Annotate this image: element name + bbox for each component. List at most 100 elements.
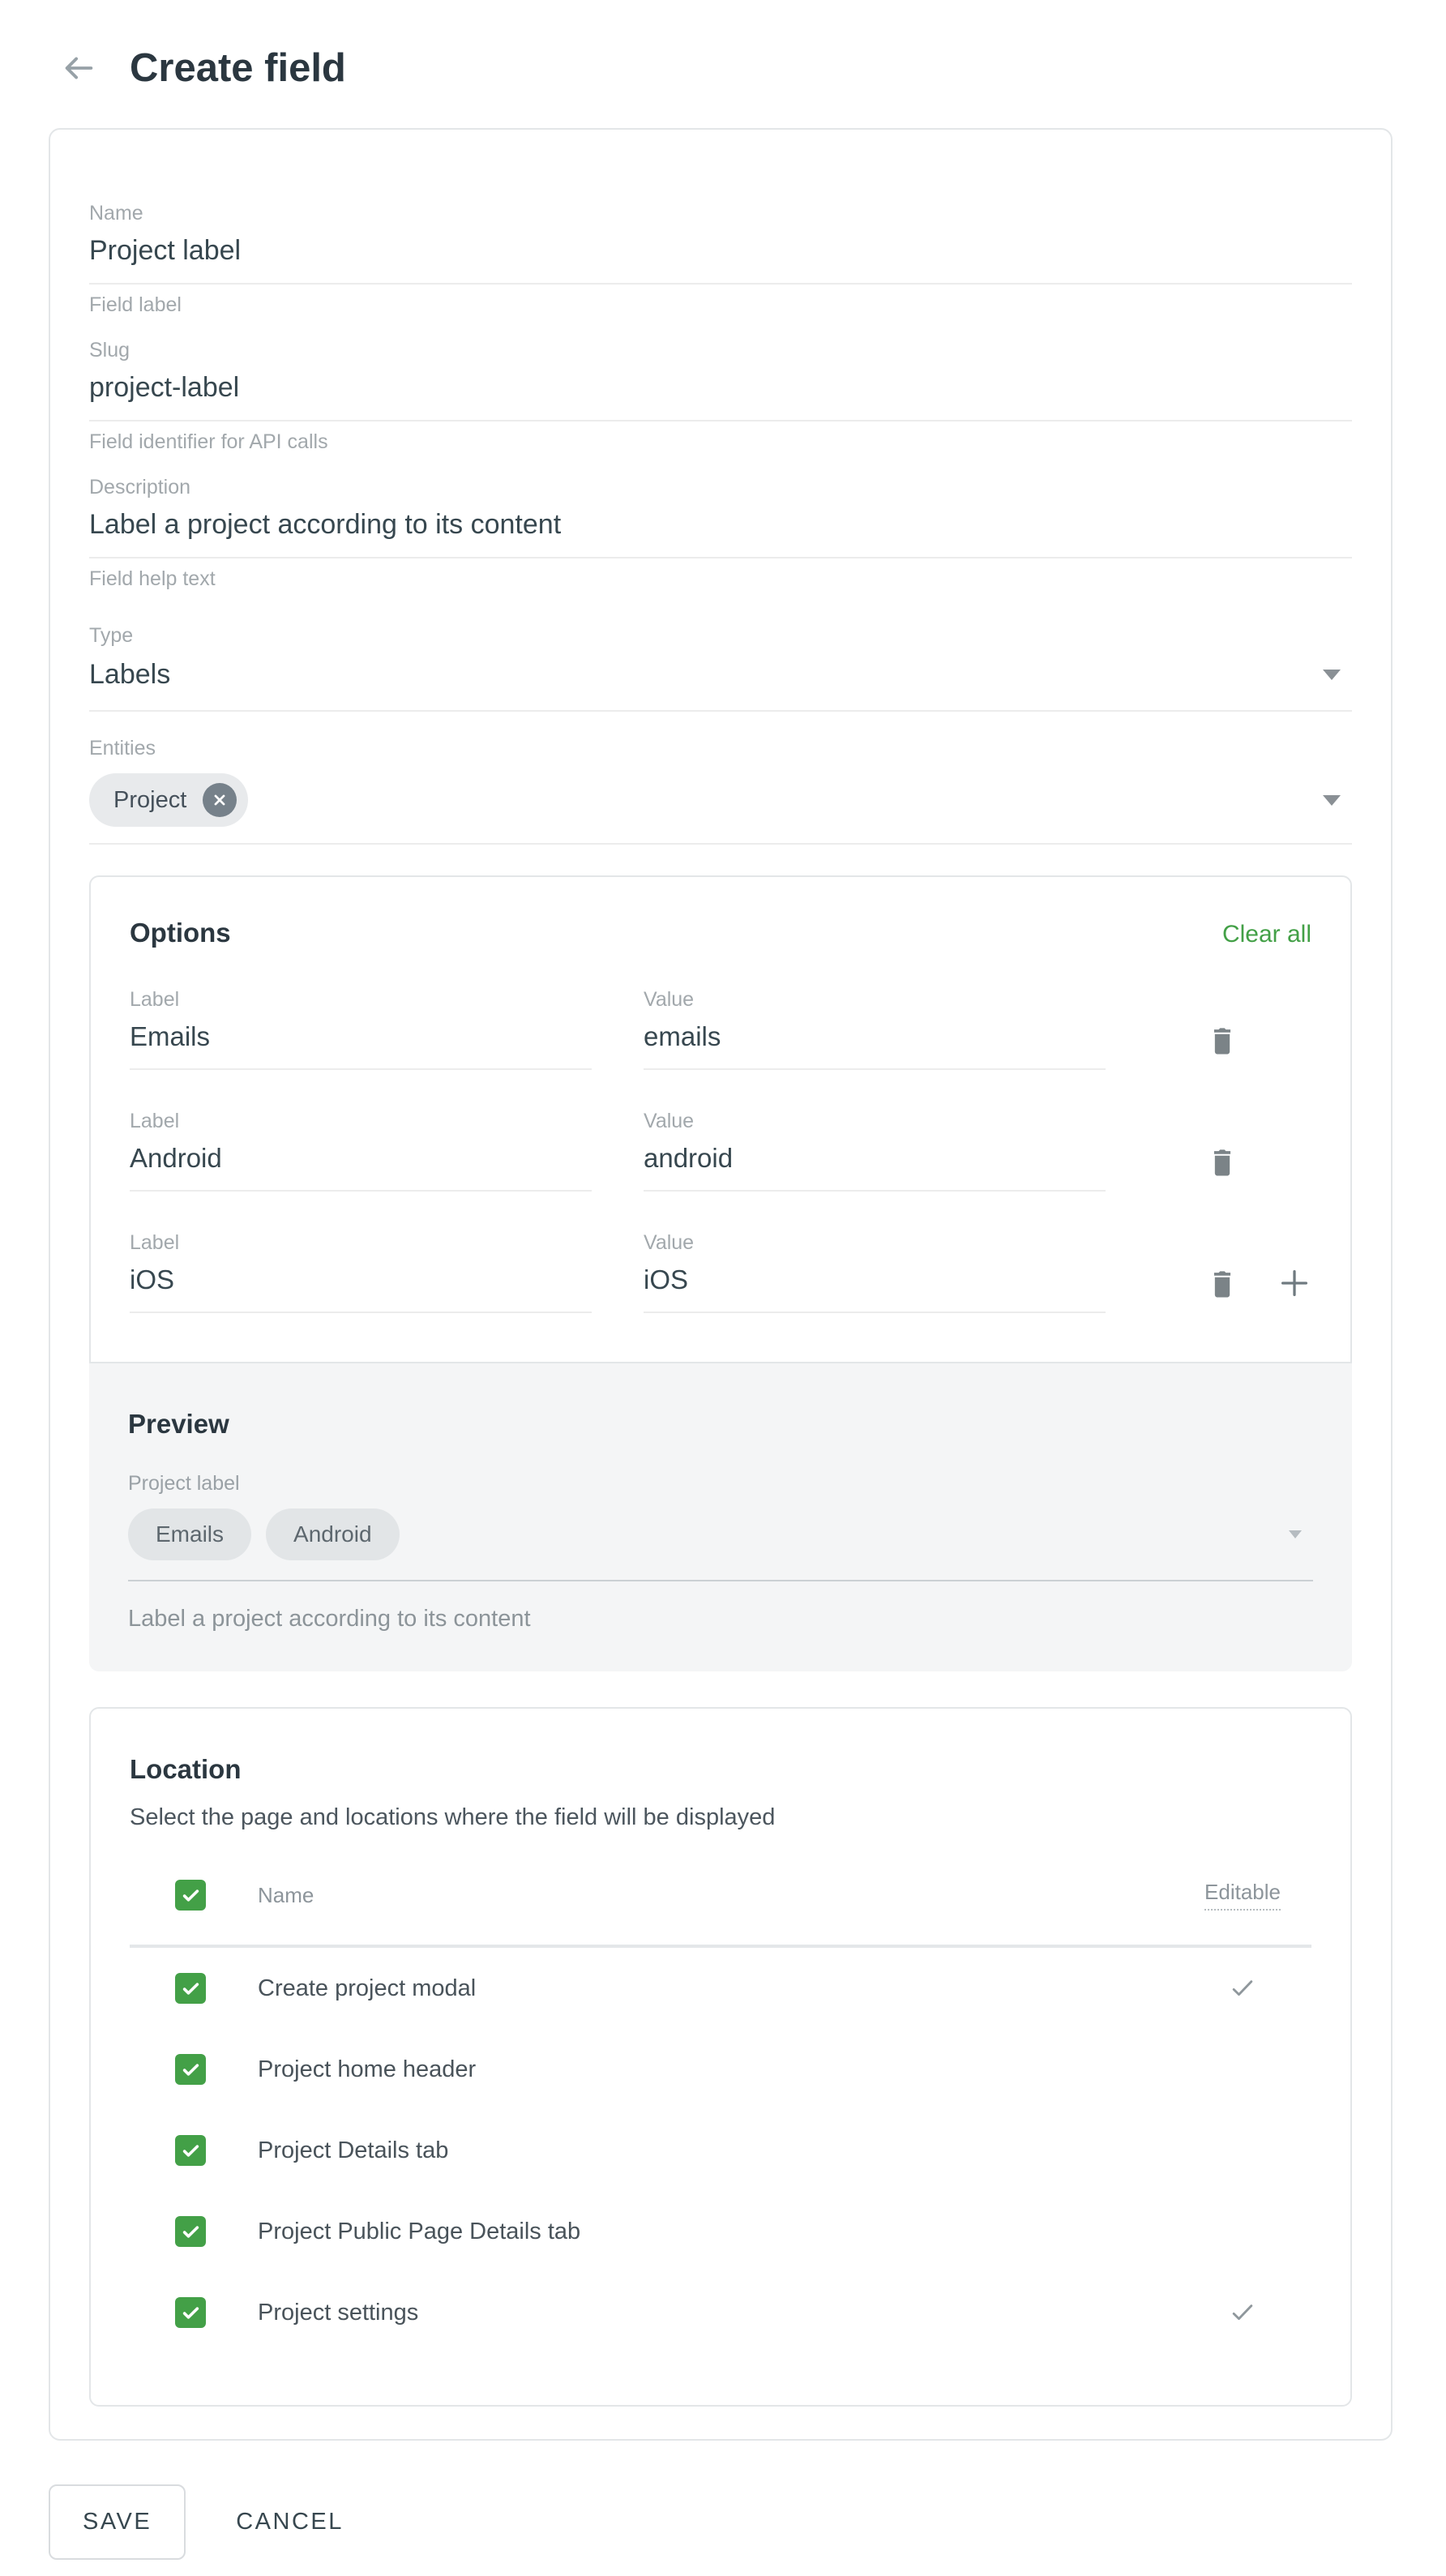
slug-helper: Field identifier for API calls [89, 430, 1352, 454]
options-rows: Label Value [130, 987, 1311, 1313]
option-value-header: Value [644, 1230, 1106, 1255]
option-row-actions [1157, 1109, 1311, 1192]
options-section: Options Clear all Label Value [89, 875, 1352, 1363]
slug-label: Slug [89, 338, 1352, 362]
row-checkbox[interactable] [175, 2135, 206, 2166]
type-label: Type [89, 623, 1352, 648]
x-icon [211, 791, 229, 809]
row-checkbox[interactable] [175, 2054, 206, 2085]
check-icon [180, 1885, 202, 1906]
save-button[interactable]: SAVE [49, 2484, 186, 2560]
option-label-cell: Label [130, 1109, 592, 1192]
preview-helper: Label a project according to its content [128, 1606, 1313, 1632]
name-helper: Field label [89, 293, 1352, 317]
entities-label: Entities [89, 736, 1352, 760]
location-table: Name Editable [130, 1880, 1311, 2353]
option-row: Label Value [130, 1109, 1311, 1192]
description-field-group: Description Field help text [89, 475, 1352, 591]
plus-icon [1276, 1264, 1313, 1302]
delete-option-button[interactable] [1204, 1145, 1240, 1180]
entities-select[interactable]: Project [89, 760, 1352, 845]
preview-labels-select[interactable]: Emails Android [128, 1496, 1313, 1581]
add-option-button[interactable] [1276, 1264, 1313, 1302]
option-label-header: Label [130, 987, 592, 1012]
option-value-input[interactable] [644, 1012, 1106, 1070]
name-input[interactable] [89, 225, 1352, 285]
option-label-header: Label [130, 1109, 592, 1133]
trash-icon [1204, 1023, 1240, 1059]
option-label-input[interactable] [130, 1255, 592, 1313]
delete-option-button[interactable] [1204, 1266, 1240, 1302]
entity-chip-label: Project [113, 787, 186, 814]
trash-icon [1204, 1266, 1240, 1302]
row-checkbox[interactable] [175, 2297, 206, 2328]
preview-chips: Emails Android [128, 1508, 400, 1560]
name-label: Name [89, 201, 1352, 225]
back-button[interactable] [60, 49, 97, 87]
entity-chip[interactable]: Project [89, 773, 248, 827]
option-value-header: Value [644, 1109, 1106, 1133]
location-subtitle: Select the page and locations where the … [130, 1804, 1311, 1831]
clear-all-button[interactable]: Clear all [1222, 921, 1311, 948]
location-row-name: Project Details tab [258, 2137, 448, 2164]
form-actions: SAVE CANCEL [49, 2484, 1446, 2576]
cancel-button[interactable]: CANCEL [236, 2509, 344, 2535]
location-row-name: Create project modal [258, 1975, 476, 2002]
row-checkbox[interactable] [175, 1973, 206, 2004]
location-row: Project Public Page Details tab [130, 2191, 1311, 2272]
type-field-group: Type Labels [89, 623, 1352, 712]
column-header-editable: Editable [1204, 1880, 1281, 1911]
location-row: Create project modal [130, 1948, 1311, 2029]
editable-check-icon [1226, 2296, 1259, 2329]
preview-field-label: Project label [128, 1472, 1313, 1496]
check-icon [180, 2059, 202, 2081]
location-row: Project settings [130, 2272, 1311, 2353]
entities-field-group: Entities Project [89, 736, 1352, 845]
caret-down-icon [1289, 1530, 1302, 1538]
option-value-header: Value [644, 987, 1106, 1012]
trash-icon [1204, 1145, 1240, 1180]
option-row: Label Value [130, 987, 1311, 1070]
options-title: Options [130, 918, 231, 948]
description-helper: Field help text [89, 567, 1352, 591]
option-label-cell: Label [130, 1230, 592, 1313]
check-icon [180, 2302, 202, 2324]
location-row-name: Project Public Page Details tab [258, 2219, 580, 2245]
location-table-header: Name Editable [130, 1880, 1311, 1945]
option-label-cell: Label [130, 987, 592, 1070]
page-title: Create field [130, 45, 346, 91]
preview-chip-label: Emails [156, 1521, 224, 1547]
row-checkbox[interactable] [175, 2216, 206, 2247]
option-row-actions [1157, 1230, 1311, 1313]
page-header: Create field [0, 0, 1446, 91]
editable-check-icon [1226, 1972, 1259, 2005]
delete-option-button[interactable] [1204, 1023, 1240, 1059]
type-select-value: Labels [89, 659, 170, 691]
select-all-checkbox[interactable] [175, 1880, 206, 1911]
remove-entity-button[interactable] [203, 783, 237, 817]
option-value-input[interactable] [644, 1255, 1106, 1313]
option-row: Label Value [130, 1230, 1311, 1313]
check-icon [180, 2221, 202, 2243]
preview-section: Preview Project label Emails Android Lab… [89, 1363, 1352, 1671]
create-field-card: Name Field label Slug Field identifier f… [49, 128, 1393, 2441]
location-row: Project Details tab [130, 2110, 1311, 2191]
option-value-cell: Value [644, 987, 1106, 1070]
arrow-left-icon [60, 49, 97, 87]
description-label: Description [89, 475, 1352, 499]
option-label-input[interactable] [130, 1133, 592, 1192]
caret-down-icon [1323, 795, 1341, 806]
type-select[interactable]: Labels [89, 648, 1352, 712]
location-row-name: Project settings [258, 2300, 418, 2326]
location-title: Location [130, 1754, 242, 1784]
option-label-input[interactable] [130, 1012, 592, 1070]
name-field-group: Name Field label [89, 201, 1352, 317]
description-input[interactable] [89, 499, 1352, 558]
location-row-name: Project home header [258, 2056, 476, 2083]
option-value-input[interactable] [644, 1133, 1106, 1192]
entities-chips: Project [89, 773, 248, 827]
caret-down-icon [1323, 670, 1341, 680]
slug-input[interactable] [89, 362, 1352, 421]
check-icon [180, 2140, 202, 2162]
option-label-header: Label [130, 1230, 592, 1255]
